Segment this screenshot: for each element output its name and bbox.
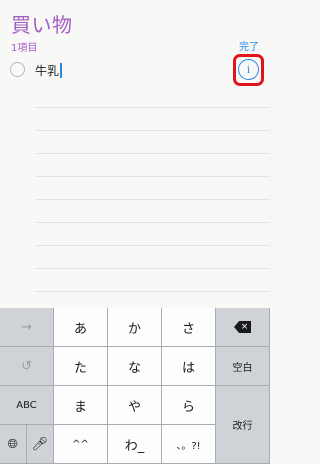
globe-icon[interactable]: 🌐︎ bbox=[0, 425, 27, 463]
key-wa[interactable]: わ_ bbox=[108, 425, 162, 464]
arrow-key[interactable]: → bbox=[0, 308, 54, 347]
globe-mic-keys: 🌐︎ 🎤︎ bbox=[0, 425, 54, 464]
text-caret bbox=[60, 63, 63, 78]
rule-line bbox=[35, 223, 270, 246]
rule-line bbox=[35, 200, 270, 223]
key-ka[interactable]: か bbox=[108, 308, 162, 347]
item-checkbox[interactable] bbox=[10, 62, 25, 77]
key-dakuten[interactable]: ^^ bbox=[54, 425, 108, 464]
backspace-key[interactable]: × bbox=[216, 308, 270, 347]
key-sa[interactable]: さ bbox=[162, 308, 216, 347]
enter-key[interactable]: 改行 bbox=[216, 386, 270, 464]
item-text-field[interactable]: 牛乳 bbox=[35, 62, 63, 79]
done-button[interactable]: 完了 bbox=[239, 38, 259, 53]
rule-line bbox=[35, 85, 270, 108]
abc-key[interactable]: ABC bbox=[0, 386, 54, 425]
backspace-icon: × bbox=[234, 321, 251, 333]
space-key[interactable]: 空白 bbox=[216, 347, 270, 386]
key-ra[interactable]: ら bbox=[162, 386, 216, 425]
mic-icon[interactable]: 🎤︎ bbox=[27, 437, 54, 452]
undo-key[interactable]: ↺ bbox=[0, 347, 54, 386]
key-ha[interactable]: は bbox=[162, 347, 216, 386]
rule-line bbox=[35, 177, 270, 200]
key-na[interactable]: な bbox=[108, 347, 162, 386]
ruled-lines bbox=[35, 85, 270, 308]
item-text: 牛乳 bbox=[35, 64, 60, 78]
key-ya[interactable]: や bbox=[108, 386, 162, 425]
info-icon[interactable]: i bbox=[238, 59, 259, 80]
key-punctuation[interactable]: 、。?! bbox=[162, 425, 216, 464]
key-ma[interactable]: ま bbox=[54, 386, 108, 425]
rule-line bbox=[35, 108, 270, 131]
key-a[interactable]: あ bbox=[54, 308, 108, 347]
rule-line bbox=[35, 246, 270, 269]
list-title: 買い物 bbox=[11, 13, 73, 37]
rule-line bbox=[35, 269, 270, 292]
rule-line bbox=[35, 154, 270, 177]
rule-line bbox=[35, 131, 270, 154]
key-ta[interactable]: た bbox=[54, 347, 108, 386]
item-count: 1項目 bbox=[11, 43, 38, 54]
japanese-keyboard: → あ か さ × ↺ た な は 空白 ABC ま や ら 改行 🌐︎ 🎤︎ … bbox=[0, 308, 270, 464]
reminders-list: 買い物 1項目 完了 牛乳 i bbox=[0, 0, 270, 308]
